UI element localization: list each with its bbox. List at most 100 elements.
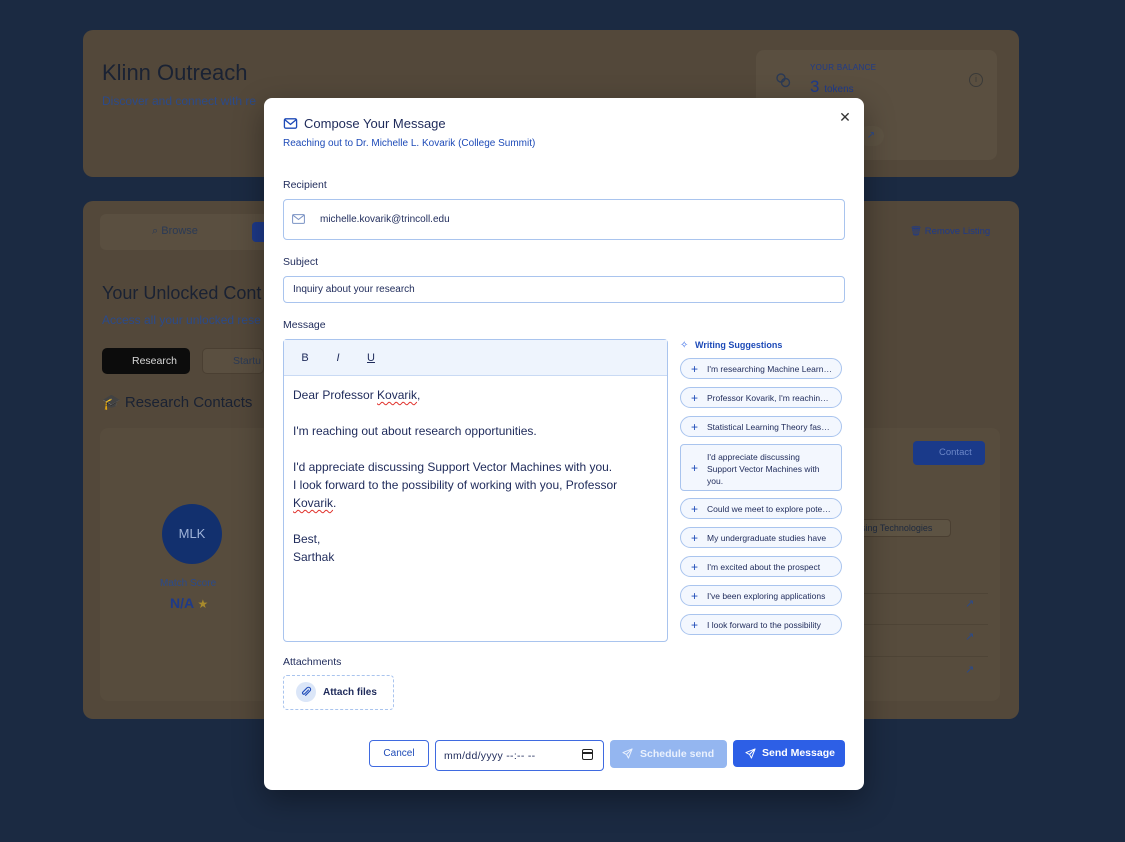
message-line: I'm reaching out about research opportun… xyxy=(293,424,537,438)
suggestion-chip[interactable]: + I've been exploring applications xyxy=(680,585,842,606)
filter-research-button[interactable]: Research xyxy=(102,348,190,374)
info-icon[interactable]: i xyxy=(969,73,983,87)
tab-browse-label: Browse xyxy=(161,225,198,237)
paperclip-icon xyxy=(296,682,316,702)
sparkles-icon: ✧ xyxy=(680,340,689,351)
suggestion-chip[interactable]: + I look forward to the possibility xyxy=(680,614,842,635)
contact-button-label: Contact xyxy=(939,447,972,458)
divider xyxy=(858,593,988,594)
suggestion-chip[interactable]: + I'm researching Machine Learning xyxy=(680,358,842,379)
suggestion-chip[interactable]: + Statistical Learning Theory fascinates … xyxy=(680,416,842,437)
greeting-name: Kovarik xyxy=(377,388,418,402)
filter-startup-button[interactable]: Startu xyxy=(202,348,264,374)
bold-button[interactable]: B xyxy=(298,351,312,365)
modal-subtitle: Reaching out to Dr. Michelle L. Kovarik … xyxy=(283,138,536,149)
match-score-number: N/A xyxy=(170,595,194,611)
divider xyxy=(858,624,988,625)
suggestion-text: Could we meet to explore potential xyxy=(707,504,833,514)
suggestion-chip[interactable]: + I'm excited about the prospect xyxy=(680,556,842,577)
filter-research-label: Research xyxy=(132,355,177,367)
contacts-title-label: Research Contacts xyxy=(124,394,253,411)
balance-unit: tokens xyxy=(824,84,854,95)
plus-icon: + xyxy=(691,420,699,434)
balance-amount: 3 xyxy=(810,77,820,96)
star-icon: ★ xyxy=(197,597,209,611)
subject-input[interactable] xyxy=(283,276,845,303)
italic-button[interactable]: I xyxy=(331,351,345,365)
recipient-value: michelle.kovarik@trincoll.edu xyxy=(320,214,450,225)
underline-button[interactable]: U xyxy=(364,351,378,365)
recipient-label: Recipient xyxy=(283,179,327,191)
suggestion-text: I'm excited about the prospect xyxy=(707,562,821,572)
tab-browse[interactable]: ⌕ Browse xyxy=(152,225,198,238)
plus-icon: + xyxy=(691,362,699,376)
message-greeting: Dear Professor Kovarik, xyxy=(293,388,420,402)
plus-icon: + xyxy=(691,589,699,603)
divider xyxy=(858,656,988,657)
plus-icon: + xyxy=(691,502,699,516)
avatar: MLK xyxy=(162,504,222,564)
message-name: Kovarik xyxy=(293,496,334,510)
suggestions-title: Writing Suggestions xyxy=(695,340,783,350)
subject-label: Subject xyxy=(283,256,319,268)
suggestion-chip[interactable]: + My undergraduate studies have xyxy=(680,527,842,548)
send-icon xyxy=(622,748,633,759)
mail-icon xyxy=(283,118,298,129)
trash-icon: 🗑 xyxy=(910,226,923,237)
suggestion-text: Professor Kovarik, I'm reaching out xyxy=(707,393,833,403)
message-signoff: Best, xyxy=(293,532,321,546)
suggestion-text: I'd appreciate discussing Support Vector… xyxy=(707,452,820,486)
search-icon: ⌕ xyxy=(152,225,159,237)
message-label: Message xyxy=(283,319,326,331)
section-subtitle: Access all your unlocked rese xyxy=(102,313,261,327)
send-icon xyxy=(745,748,756,759)
send-message-label: Send Message xyxy=(762,747,835,759)
remove-listing-label: Remove Listing xyxy=(924,226,991,237)
graduation-cap-icon: 🎓 xyxy=(102,394,121,411)
app-subtitle: Discover and connect with re xyxy=(102,94,257,108)
contacts-title: 🎓 Research Contacts xyxy=(102,393,252,411)
message-line: I look forward to the possibility of wor… xyxy=(293,478,618,492)
schedule-send-label: Schedule send xyxy=(640,748,715,760)
external-link-icon[interactable]: ↗ xyxy=(965,597,979,611)
section-title: Your Unlocked Cont xyxy=(102,283,262,303)
close-icon[interactable]: ✕ xyxy=(838,110,852,124)
remove-listing-button[interactable]: 🗑 Remove Listing xyxy=(910,226,990,237)
attach-files-label: Attach files xyxy=(323,687,377,698)
match-score-value: N/A ★ xyxy=(170,595,208,611)
plus-icon: + xyxy=(691,461,699,475)
mail-icon xyxy=(292,214,305,224)
balance-label: YOUR BALANCE xyxy=(810,63,877,72)
message-signature: Sarthak xyxy=(293,550,335,564)
suggestion-chip[interactable]: + Professor Kovarik, I'm reaching out xyxy=(680,387,842,408)
app-title: Klinn Outreach xyxy=(102,60,248,85)
balance-value: 3 tokens xyxy=(810,77,854,97)
message-line: I'd appreciate discussing Support Vector… xyxy=(293,460,613,474)
suggestion-chip[interactable]: + I'd appreciate discussing Support Vecto… xyxy=(680,444,842,491)
coins-icon xyxy=(775,72,791,88)
plus-icon: + xyxy=(691,618,699,632)
suggestion-text: I look forward to the possibility xyxy=(707,620,821,630)
plus-icon: + xyxy=(691,560,699,574)
modal-title: Compose Your Message xyxy=(304,116,446,131)
filter-startup-label: Startu xyxy=(233,355,262,367)
suggestion-chip[interactable]: + Could we meet to explore potential xyxy=(680,498,842,519)
message-line: Kovarik. xyxy=(293,496,336,510)
suggestion-text: My undergraduate studies have xyxy=(707,533,827,543)
message-line-end: . xyxy=(333,496,337,510)
external-link-icon[interactable]: ↗ xyxy=(965,663,979,677)
datetime-placeholder: mm/dd/yyyy --:-- -- xyxy=(444,750,536,762)
plus-icon: + xyxy=(691,531,699,545)
contact-button[interactable]: Contact xyxy=(913,441,985,465)
greeting-prefix: Dear Professor xyxy=(293,388,378,402)
cancel-button[interactable]: Cancel xyxy=(369,740,429,767)
tag-chip: sing Technologies xyxy=(850,519,951,537)
attachments-label: Attachments xyxy=(283,656,342,668)
match-score-label: Match Score xyxy=(160,578,217,589)
greeting-suffix: , xyxy=(417,388,421,402)
calendar-icon[interactable] xyxy=(582,749,593,760)
external-link-icon[interactable]: ↗ xyxy=(965,630,979,644)
suggestion-text: I'm researching Machine Learning xyxy=(707,364,833,374)
suggestion-text: Statistical Learning Theory fascinates m… xyxy=(707,422,833,432)
suggestion-text: I've been exploring applications xyxy=(707,591,826,601)
